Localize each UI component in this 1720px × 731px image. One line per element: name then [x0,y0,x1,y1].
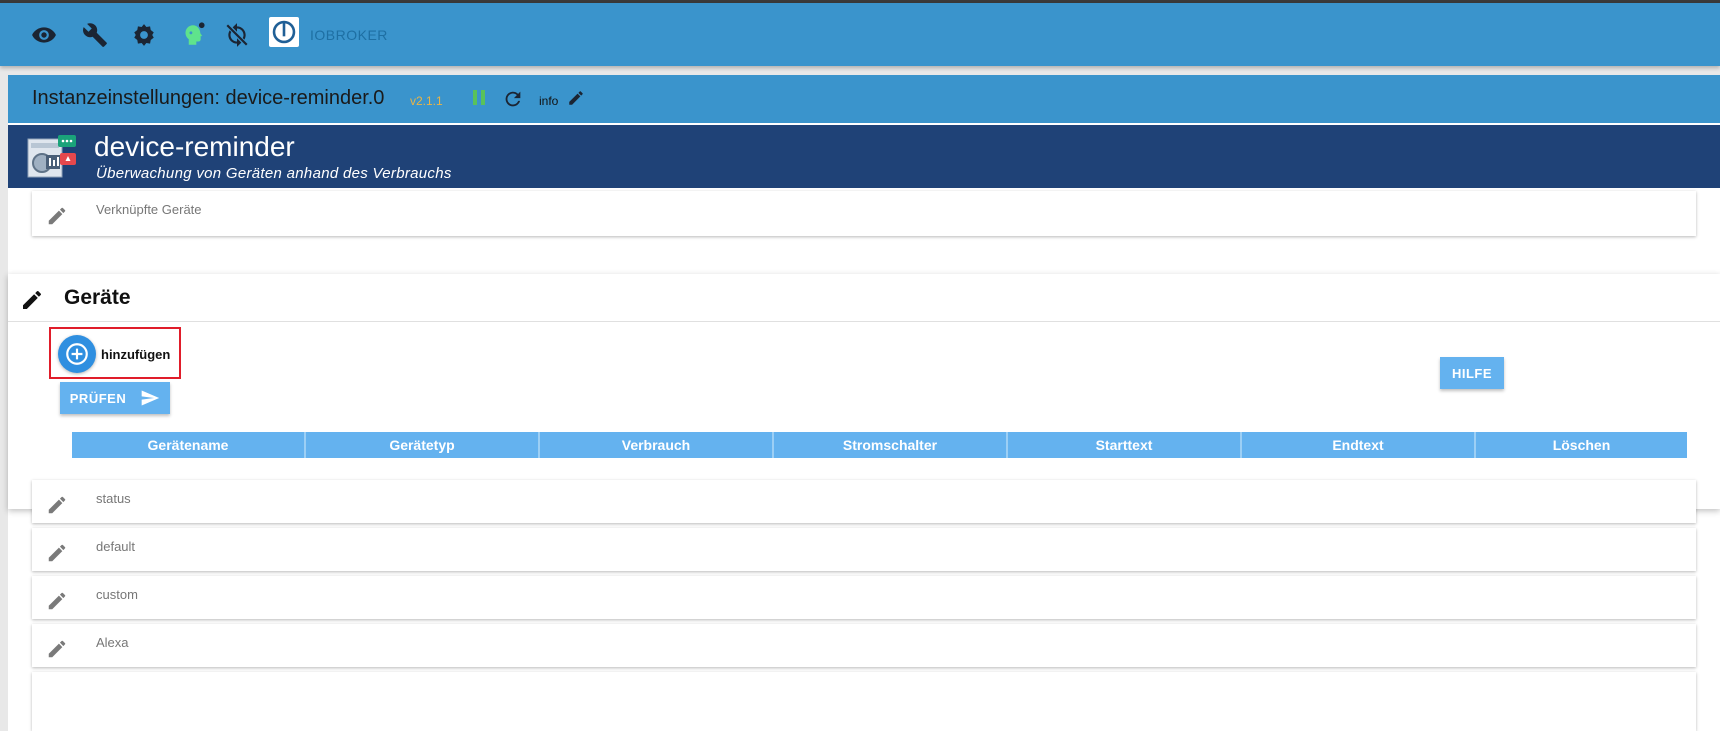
panel-label: Verknüpfte Geräte [96,202,202,217]
adapter-logo [26,133,78,183]
eye-icon[interactable] [30,21,58,49]
column-header[interactable]: Gerätename [72,432,306,458]
section-title: Geräte [64,286,131,309]
wrench-icon[interactable] [81,21,109,49]
column-header[interactable]: Gerätetyp [306,432,540,458]
column-header[interactable]: Stromschalter [774,432,1008,458]
edit-info-icon[interactable] [567,89,585,107]
instance-settings-card: Instanzeinstellungen: device-reminder.0 … [8,75,1720,731]
instance-title-bar: Instanzeinstellungen: device-reminder.0 … [8,75,1720,123]
panel-status[interactable]: status [32,480,1696,523]
adapter-subtitle: Überwachung von Geräten anhand des Verbr… [96,165,452,182]
pencil-icon [46,638,68,660]
instance-title: Instanzeinstellungen: device-reminder.0 [32,87,385,109]
devices-section: Geräte hinzufügen PRÜFEN HILFE Gerätenam… [8,274,1720,509]
devices-section-header[interactable]: Geräte [8,274,1720,322]
plus-circle-icon [66,343,88,365]
refresh-icon[interactable] [502,88,524,110]
add-device-label: hinzufügen [101,347,171,362]
help-button[interactable]: HILFE [1440,357,1504,389]
pencil-icon [46,494,68,516]
panel-label: default [96,539,136,554]
sync-off-icon[interactable] [223,21,251,49]
panel-label: custom [96,587,138,602]
settings-icon[interactable] [130,21,158,49]
adapter-banner: device-reminder Überwachung von Geräten … [8,125,1720,188]
brand-name: IOBROKER [310,27,388,43]
check-button[interactable]: PRÜFEN [60,382,170,414]
panel-next[interactable] [32,672,1696,731]
column-header[interactable]: Löschen [1476,432,1687,458]
panel-custom[interactable]: custom [32,576,1696,619]
panel-label: status [96,491,131,506]
panel-default[interactable]: default [32,528,1696,571]
send-icon [141,390,160,406]
panel-label: Alexa [96,635,129,650]
pencil-icon [20,288,44,312]
add-device-highlight: hinzufügen [49,327,181,379]
head-icon[interactable] [178,21,206,49]
info-label: info [539,94,559,108]
adapter-title: device-reminder [94,131,295,162]
add-device-button[interactable] [58,335,96,373]
pencil-icon [46,590,68,612]
column-header[interactable]: Endtext [1242,432,1476,458]
pencil-icon [46,205,68,227]
devices-table-header: Gerätename Gerätetyp Verbrauch Stromscha… [72,432,1687,458]
pause-icon[interactable] [470,90,488,108]
panel-alexa[interactable]: Alexa [32,624,1696,667]
panel-linked-devices[interactable]: Verknüpfte Geräte [32,191,1696,236]
iobroker-logo[interactable] [269,17,299,47]
top-toolbar: IOBROKER [0,3,1720,66]
column-header[interactable]: Verbrauch [540,432,774,458]
pencil-icon [46,542,68,564]
version-label: v2.1.1 [410,94,443,108]
check-button-label: PRÜFEN [69,390,127,406]
column-header[interactable]: Starttext [1008,432,1242,458]
